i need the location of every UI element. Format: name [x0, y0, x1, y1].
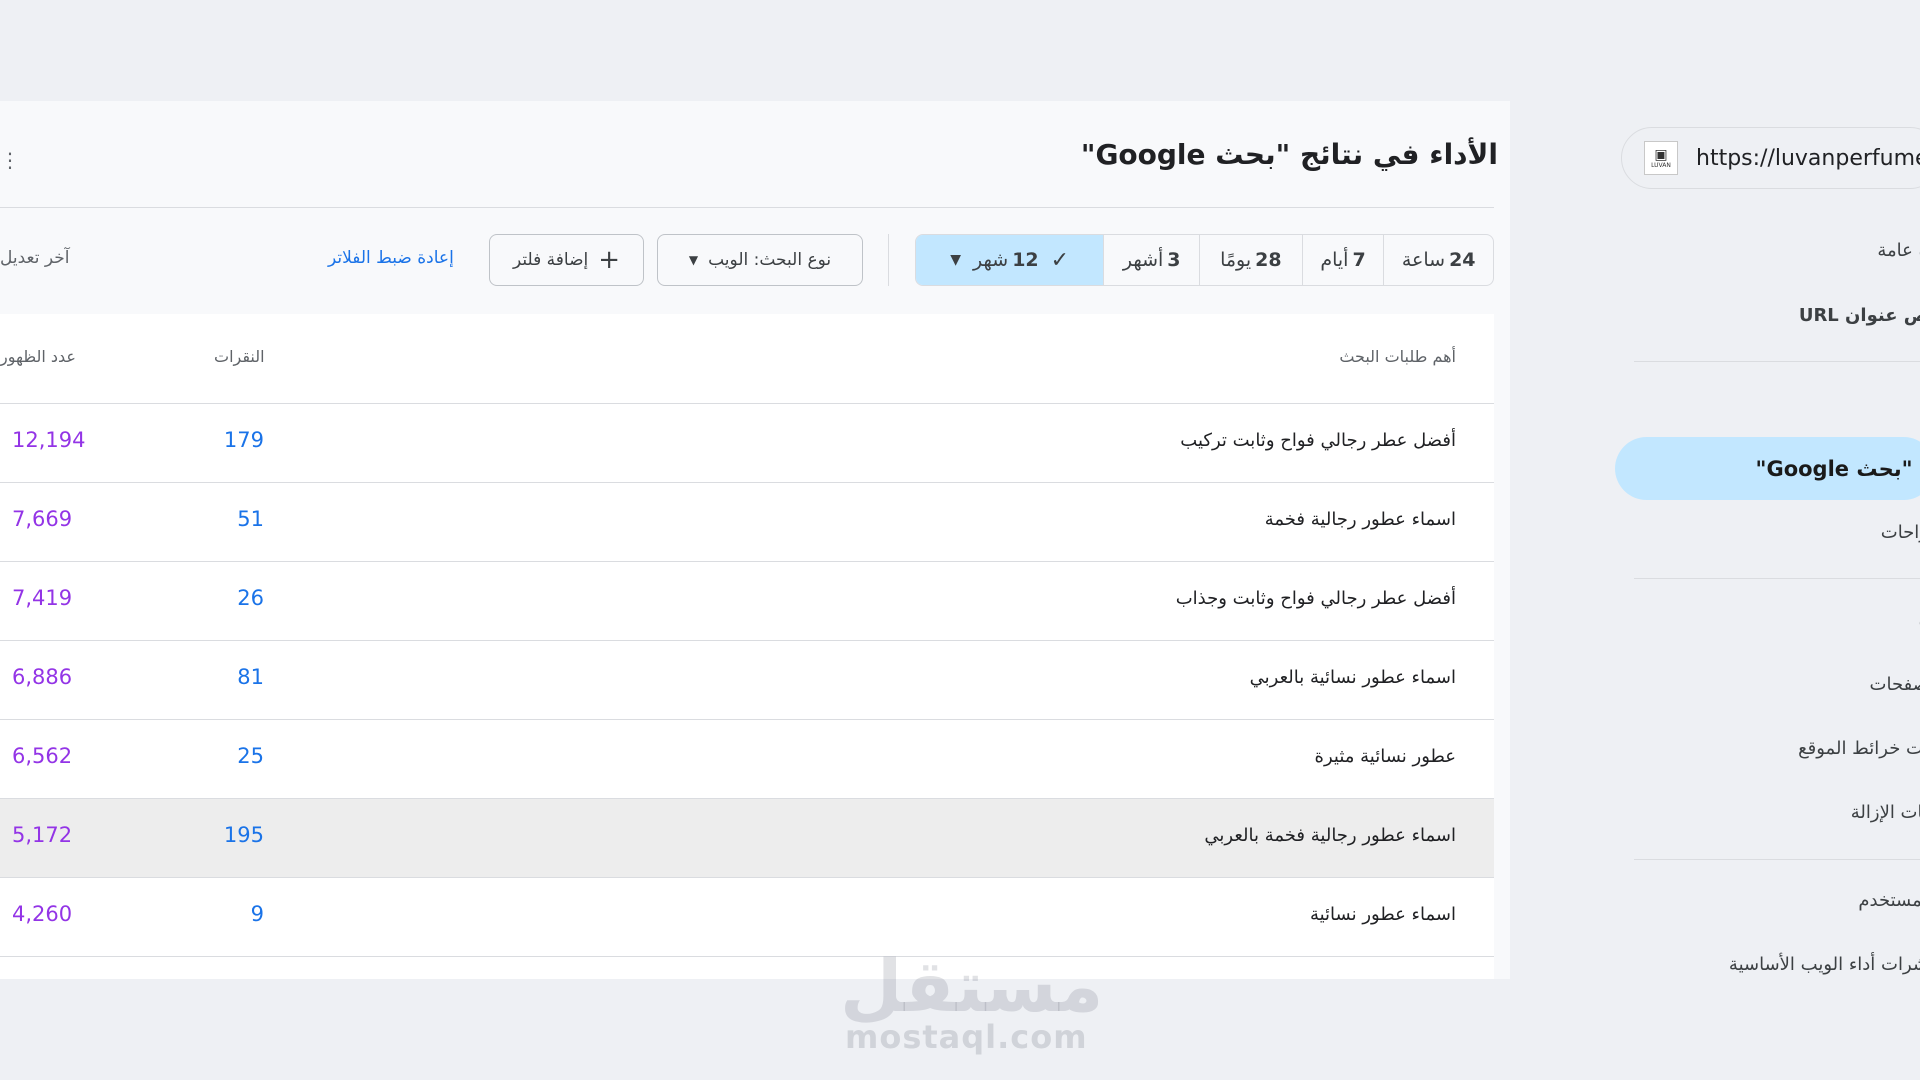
- sidebar-item-pages[interactable]: صفحات: [1870, 674, 1920, 695]
- query-cell: اسماء عطور رجالية فخمة: [1264, 509, 1456, 530]
- toolbar-separator: [888, 234, 889, 286]
- sidebar-item-search-results[interactable]: ج "بحث Google": [1615, 437, 1920, 500]
- queries-table: أهم طلبات البحث النقرات عدد الظهور أفضل …: [0, 314, 1494, 979]
- range-7-days[interactable]: 7 أيام: [1301, 235, 1384, 285]
- header-divider: [0, 207, 1494, 208]
- impressions-cell: 7,669: [12, 507, 73, 531]
- property-selector[interactable]: ▣ LUVAN https://luvanperfume: [1621, 127, 1920, 189]
- range-12-months-unit: شهر: [973, 249, 1009, 271]
- range-28-days[interactable]: 28 يومًا: [1199, 235, 1302, 285]
- range-12-months-number: 12: [1012, 249, 1039, 271]
- range-28-days-number: 28: [1255, 249, 1282, 271]
- clicks-cell: 195: [223, 823, 264, 847]
- clicks-cell: 81: [237, 665, 264, 689]
- impressions-cell: 6,562: [12, 744, 73, 768]
- query-cell: اسماء عطور رجالية فخمة بالعربي: [1204, 825, 1456, 846]
- more-vert-icon[interactable]: ⋮: [0, 148, 20, 172]
- clicks-cell: 179: [223, 428, 264, 452]
- property-url: https://luvanperfume: [1696, 145, 1920, 171]
- sidebar-divider: [1634, 361, 1920, 362]
- table-header: أهم طلبات البحث النقرات عدد الظهور: [0, 314, 1494, 404]
- property-logo-text: LUVAN: [1651, 161, 1671, 169]
- query-cell: أفضل عطر رجالي فواح وثابت تركيب: [1180, 430, 1456, 451]
- date-range-selector: 24 ساعة 7 أيام 28 يومًا 3 أشهر ✓ 12شهر ▼: [915, 234, 1494, 286]
- sidebar-item-search-results-label: ج "بحث Google": [1755, 456, 1920, 481]
- sidebar-item-removals[interactable]: يات الإزالة: [1851, 802, 1920, 823]
- sidebar-item-discover[interactable]: راحات: [1881, 522, 1920, 543]
- range-7-days-unit: أيام: [1320, 249, 1349, 271]
- sidebar-item-core-web-vitals[interactable]: شرات أداء الويب الأساسية: [1729, 954, 1920, 975]
- clicks-cell: 51: [237, 507, 264, 531]
- range-7-days-number: 7: [1352, 249, 1366, 271]
- impressions-cell: 5,172: [12, 823, 73, 847]
- range-24-hours-unit: ساعة: [1401, 249, 1446, 271]
- column-header-clicks[interactable]: النقرات: [214, 347, 265, 366]
- impressions-cell: 6,886: [12, 665, 73, 689]
- clicks-cell: 25: [237, 744, 264, 768]
- watermark-arabic: مستقل: [840, 944, 1104, 1028]
- property-logo: ▣ LUVAN: [1644, 141, 1678, 175]
- check-icon: ✓: [1050, 247, 1070, 273]
- range-3-months[interactable]: 3 أشهر: [1103, 235, 1199, 285]
- table-row[interactable]: أفضل عطر رجالي فواح وثابت تركيب 179 12,1…: [0, 404, 1494, 483]
- table-row[interactable]: عطور نسائية مثيرة 25 6,562: [0, 720, 1494, 799]
- table-row[interactable]: أفضل عطر رجالي فواح وثابت وجذاب 26 7,419: [0, 562, 1494, 641]
- search-type-filter-button[interactable]: نوع البحث: الويب ▼: [657, 234, 863, 286]
- plus-icon: +: [598, 245, 621, 275]
- add-filter-label: إضافة فلتر: [512, 250, 589, 270]
- sidebar-item-sitemaps[interactable]: ات خرائط الموقع: [1798, 738, 1920, 759]
- query-cell: عطور نسائية مثيرة: [1314, 746, 1456, 767]
- impressions-cell: 7,419: [12, 586, 73, 610]
- logo-glyph-icon: ▣: [1654, 146, 1668, 163]
- column-header-queries[interactable]: أهم طلبات البحث: [1339, 347, 1456, 366]
- dropdown-caret-icon: ▼: [688, 253, 699, 267]
- range-3-months-number: 3: [1167, 249, 1181, 271]
- clicks-cell: 9: [250, 902, 264, 926]
- watermark-latin: mostaql.com: [845, 1018, 1088, 1056]
- range-24-hours-number: 24: [1449, 249, 1476, 271]
- search-type-label: نوع البحث: الويب: [708, 250, 832, 270]
- reset-filters-link[interactable]: إعادة ضبط الفلاتر: [328, 248, 454, 268]
- impressions-cell: 4,260: [12, 902, 73, 926]
- table-row[interactable]: اسماء عطور نسائية بالعربي 81 6,886: [0, 641, 1494, 720]
- sidebar-item-experience[interactable]: لمستخدم: [1858, 890, 1920, 911]
- query-cell: أفضل عطر رجالي فواح وثابت وجذاب: [1175, 588, 1456, 609]
- column-header-impressions[interactable]: عدد الظهور: [0, 347, 76, 366]
- clicks-cell: 26: [237, 586, 264, 610]
- add-filter-button[interactable]: + إضافة فلتر: [489, 234, 644, 286]
- sidebar-divider: [1634, 859, 1920, 860]
- range-24-hours[interactable]: 24 ساعة: [1383, 235, 1493, 285]
- range-12-months[interactable]: ✓ 12شهر ▼: [916, 235, 1104, 285]
- page-title: الأداء في نتائج "بحث Google": [1080, 138, 1498, 171]
- range-3-months-unit: أشهر: [1122, 249, 1164, 271]
- impressions-cell: 12,194: [12, 428, 86, 452]
- sidebar-item-overview[interactable]: ة عامة: [1877, 240, 1920, 261]
- sidebar-item-url-inspection[interactable]: ص عنوان URL: [1799, 305, 1920, 326]
- query-cell: اسماء عطور نسائية: [1309, 904, 1456, 925]
- sidebar-divider: [1634, 578, 1920, 579]
- query-cell: اسماء عطور نسائية بالعربي: [1249, 667, 1456, 688]
- table-row[interactable]: اسماء عطور رجالية فخمة بالعربي 195 5,172: [0, 799, 1494, 878]
- table-row[interactable]: اسماء عطور رجالية فخمة 51 7,669: [0, 483, 1494, 562]
- last-updated-label: آخر تعديل: [0, 248, 70, 268]
- range-28-days-unit: يومًا: [1220, 249, 1252, 271]
- dropdown-caret-icon: ▼: [950, 252, 962, 268]
- table-row[interactable]: اسماء عطور نسائية 9 4,260: [0, 878, 1494, 957]
